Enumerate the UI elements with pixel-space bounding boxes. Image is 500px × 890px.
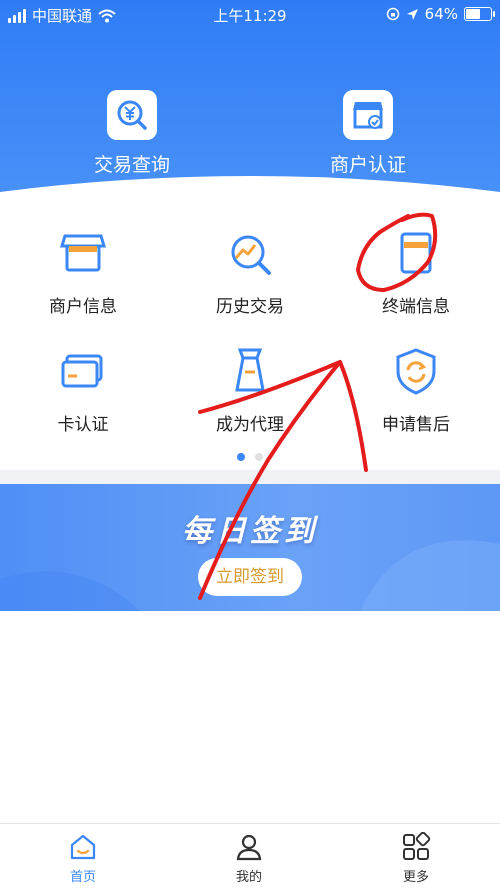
status-bar: 中国联通 上午11:29 64%: [0, 0, 500, 28]
card-verify-label: 卡认证: [57, 415, 109, 435]
bank-card-icon: [61, 354, 103, 388]
banner-title: 每日签到: [182, 514, 318, 549]
terminal-info-button[interactable]: 终端信息: [346, 228, 486, 317]
pager-dot-active[interactable]: [237, 453, 245, 461]
tab-mine[interactable]: 我的: [199, 832, 299, 885]
terminal-card-icon: [400, 232, 432, 274]
header-curve: [0, 176, 500, 230]
shield-refresh-icon: [396, 348, 436, 395]
shop-verified-icon: [343, 90, 393, 140]
history-trade-label: 历史交易: [216, 297, 284, 317]
merchant-info-button[interactable]: 商户信息: [13, 228, 153, 317]
merchant-info-label: 商户信息: [49, 297, 117, 317]
transaction-query-label: 交易查询: [93, 154, 170, 176]
card-verify-button[interactable]: 卡认证: [13, 346, 153, 435]
after-sales-label: 申请售后: [382, 415, 450, 435]
tie-icon: [235, 348, 265, 392]
yuan-search-icon: [107, 90, 157, 140]
history-trade-button[interactable]: 历史交易: [180, 228, 320, 317]
tab-home[interactable]: 首页: [33, 832, 133, 885]
location-icon: [406, 8, 418, 20]
section-divider: [0, 470, 500, 484]
merchant-verify-label: 商户认证: [329, 154, 406, 176]
more-grid-icon: [403, 832, 431, 860]
transaction-query-button[interactable]: 交易查询: [52, 90, 212, 177]
shop-icon: [59, 234, 107, 272]
become-agent-label: 成为代理: [216, 415, 284, 435]
battery-icon: [464, 7, 495, 21]
merchant-verify-button[interactable]: 商户认证: [288, 90, 448, 177]
tab-more[interactable]: 更多: [366, 832, 466, 885]
terminal-info-label: 终端信息: [382, 297, 450, 317]
rotation-lock-icon: [386, 7, 399, 21]
tab-more-label: 更多: [402, 870, 429, 885]
history-chart-icon: [231, 235, 271, 275]
tab-mine-label: 我的: [235, 870, 262, 885]
become-agent-button[interactable]: 成为代理: [180, 346, 320, 435]
user-icon: [236, 834, 262, 861]
battery-percent: 64%: [424, 5, 458, 23]
after-sales-button[interactable]: 申请售后: [346, 346, 486, 435]
tab-home-label: 首页: [69, 870, 96, 885]
checkin-banner[interactable]: 每日签到 立即签到: [0, 484, 500, 611]
home-icon: [70, 834, 96, 860]
tab-bar: 首页 我的 更多: [0, 823, 500, 890]
pager-dots: [0, 453, 500, 461]
pager-dot[interactable]: [255, 453, 263, 461]
checkin-button[interactable]: 立即签到: [198, 558, 302, 596]
